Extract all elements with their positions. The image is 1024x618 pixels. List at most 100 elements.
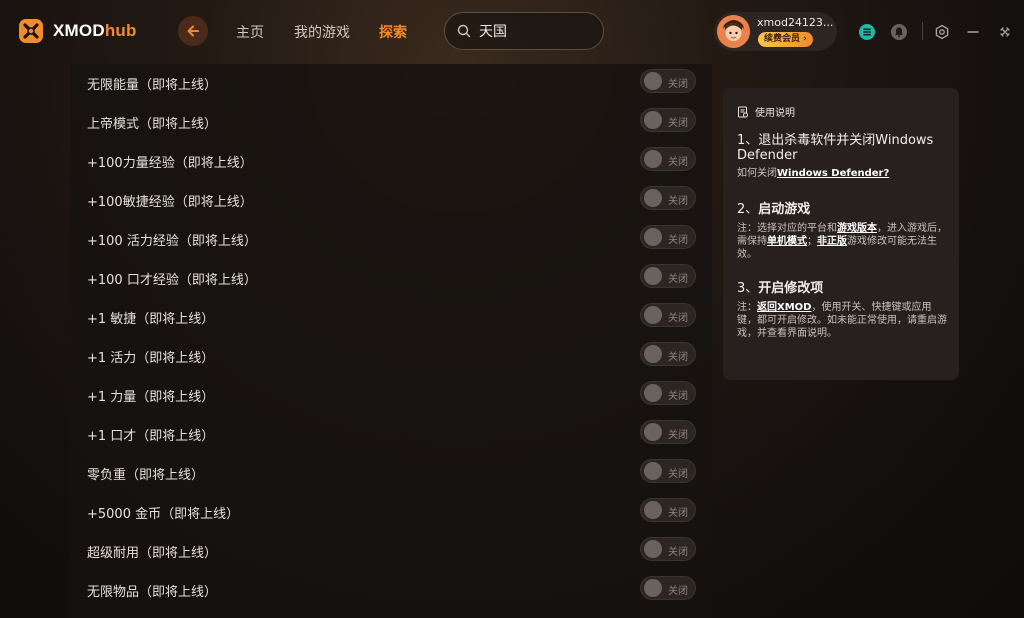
minimize-icon: [967, 31, 979, 33]
toggle-knob: [644, 189, 662, 207]
mod-label: +100力量经验（即将上线）: [87, 156, 253, 171]
toggle-knob: [644, 423, 662, 441]
nav-explore[interactable]: 探索: [379, 22, 407, 42]
mod-toggle[interactable]: 关闭: [640, 381, 696, 405]
avatar[interactable]: [717, 15, 750, 48]
non-genuine-link[interactable]: 非正版: [817, 236, 847, 247]
step1-note-text: 如何关闭: [737, 168, 777, 179]
nav-my-games[interactable]: 我的游戏: [294, 22, 350, 42]
top-bar: XMODhub 主页 我的游戏 探索 xmod24123...: [0, 0, 1024, 64]
close-button[interactable]: [995, 22, 1015, 42]
document-icon: [738, 106, 748, 117]
settings-button[interactable]: [932, 22, 952, 42]
mod-row: 零负重（即将上线） 关闭: [70, 454, 712, 493]
toggle-state: 关闭: [668, 508, 688, 519]
mod-row: +100 口才经验（即将上线） 关闭: [70, 259, 712, 298]
toggle-knob: [644, 345, 662, 363]
mod-toggle[interactable]: 关闭: [640, 459, 696, 483]
step3-title-text: 开启修改项: [758, 281, 824, 296]
toggle-knob: [644, 111, 662, 129]
logo-text: XMODhub: [53, 21, 137, 40]
mod-label: 零负重（即将上线）: [87, 468, 205, 483]
game-version-link[interactable]: 游戏版本: [837, 223, 877, 234]
mod-label: +100 口才经验（即将上线）: [87, 273, 257, 288]
mod-label: 上帝模式（即将上线）: [87, 117, 218, 132]
toggle-state: 关闭: [668, 196, 688, 207]
mod-toggle[interactable]: 关闭: [640, 264, 696, 288]
toggle-state: 关闭: [668, 547, 688, 558]
step3-number: 3、: [737, 281, 759, 296]
toggle-knob: [644, 150, 662, 168]
mod-label: 超级耐用（即将上线）: [87, 546, 218, 561]
mod-label: +100敏捷经验（即将上线）: [87, 195, 253, 210]
toggle-knob: [644, 267, 662, 285]
mod-row: +1 敏捷（即将上线） 关闭: [70, 298, 712, 337]
step3-note-text: 注：: [737, 302, 757, 313]
user-profile[interactable]: xmod24123... 续费会员 ›: [714, 12, 837, 51]
search-input[interactable]: [479, 23, 589, 39]
mod-label: +1 敏捷（即将上线）: [87, 312, 215, 327]
close-icon: [1000, 27, 1010, 37]
step2-number: 2、: [737, 202, 759, 217]
toggle-state: 关闭: [668, 352, 688, 363]
mod-toggle[interactable]: 关闭: [640, 576, 696, 600]
toggle-knob: [644, 306, 662, 324]
defender-help-link[interactable]: Windows Defender?: [777, 168, 889, 179]
step2-title-text: 启动游戏: [758, 202, 811, 217]
vip-renew-badge[interactable]: 续费会员 ›: [758, 32, 813, 47]
step1-title: 1、退出杀毒软件并关闭Windows Defender: [737, 133, 934, 163]
toggle-state: 关闭: [668, 79, 688, 90]
app-icon: [859, 24, 875, 40]
toolbar-divider: [922, 22, 923, 40]
toggle-state: 关闭: [668, 118, 688, 129]
mod-row: 无限能量（即将上线） 关闭: [70, 64, 712, 103]
step2-note-text: 注：选择对应的平台和: [737, 223, 837, 234]
notification-icon: [891, 24, 907, 40]
nav-home[interactable]: 主页: [236, 22, 264, 42]
username: xmod24123...: [757, 16, 834, 29]
toggle-knob: [644, 501, 662, 519]
back-arrow-icon: [187, 25, 199, 37]
mod-toggle[interactable]: 关闭: [640, 537, 696, 561]
settings-icon: [935, 24, 949, 40]
step2-note: 注：选择对应的平台和游戏版本，进入游戏后，需保持单机模式；非正版游戏修改可能无法…: [737, 222, 947, 261]
mod-label: +1 力量（即将上线）: [87, 390, 215, 405]
avatar-image: [717, 15, 750, 48]
step2-note-text: ；: [807, 236, 817, 247]
mod-toggle[interactable]: 关闭: [640, 147, 696, 171]
search-box[interactable]: [444, 12, 604, 50]
mod-row: +100 活力经验（即将上线） 关闭: [70, 220, 712, 259]
mod-row: +100敏捷经验（即将上线） 关闭: [70, 181, 712, 220]
mod-list-panel: 无限能量（即将上线） 关闭 上帝模式（即将上线） 关闭 +100力量经验（即将上…: [70, 64, 712, 618]
mod-toggle[interactable]: 关闭: [640, 186, 696, 210]
back-button[interactable]: [178, 16, 208, 46]
app-logo[interactable]: XMODhub: [17, 17, 137, 45]
mod-toggle[interactable]: 关闭: [640, 498, 696, 522]
mod-toggle[interactable]: 关闭: [640, 420, 696, 444]
toggle-state: 关闭: [668, 157, 688, 168]
toggle-state: 关闭: [668, 586, 688, 597]
notification-button[interactable]: [889, 22, 909, 42]
toggle-knob: [644, 462, 662, 480]
mod-toggle[interactable]: 关闭: [640, 303, 696, 327]
return-xmod-link[interactable]: 返回XMOD: [757, 302, 811, 313]
instructions-heading: 使用说明: [755, 108, 795, 119]
app-button[interactable]: [857, 22, 877, 42]
minimize-button[interactable]: [963, 22, 983, 42]
logo-icon: [19, 19, 43, 43]
toggle-knob: [644, 579, 662, 597]
mod-row: +100力量经验（即将上线） 关闭: [70, 142, 712, 181]
mod-row: +1 力量（即将上线） 关闭: [70, 376, 712, 415]
mod-label: +1 口才（即将上线）: [87, 429, 215, 444]
single-player-link[interactable]: 单机模式: [767, 236, 807, 247]
toggle-knob: [644, 384, 662, 402]
mod-toggle[interactable]: 关闭: [640, 69, 696, 93]
mod-label: +1 活力（即将上线）: [87, 351, 215, 366]
toggle-knob: [644, 228, 662, 246]
step3-title: 3、开启修改项: [737, 281, 952, 296]
mod-toggle[interactable]: 关闭: [640, 225, 696, 249]
toggle-state: 关闭: [668, 430, 688, 441]
mod-toggle[interactable]: 关闭: [640, 108, 696, 132]
toggle-state: 关闭: [668, 274, 688, 285]
mod-toggle[interactable]: 关闭: [640, 342, 696, 366]
